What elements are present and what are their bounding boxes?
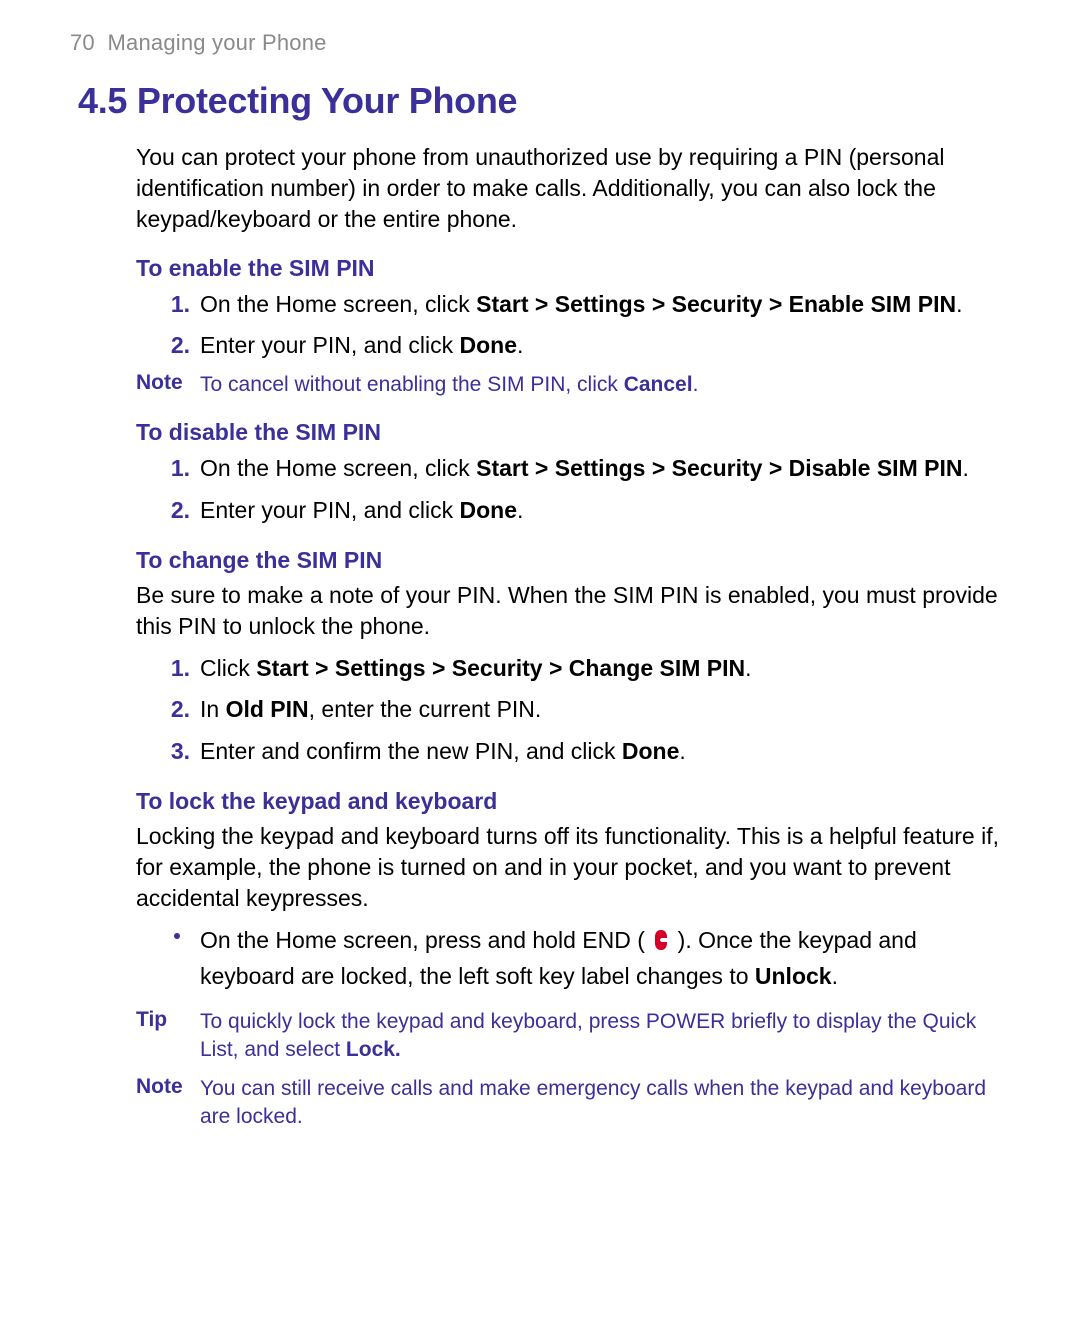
manual-page: 70 Managing your Phone 4.5 Protecting Yo… [0, 0, 1080, 1327]
note-text: To cancel without enabling the SIM PIN, … [200, 371, 1010, 399]
content-body: You can protect your phone from unauthor… [136, 142, 1010, 1131]
subheading-lock-keypad: To lock the keypad and keyboard [136, 788, 1010, 815]
note-label: Note [136, 1075, 200, 1099]
note-text: You can still receive calls and make eme… [200, 1075, 1010, 1132]
subheading-enable-sim: To enable the SIM PIN [136, 255, 1010, 282]
list-item: 2. Enter your PIN, and click Done. [136, 329, 1010, 362]
intro-paragraph: You can protect your phone from unauthor… [136, 142, 1010, 235]
change-sim-intro: Be sure to make a note of your PIN. When… [136, 580, 1010, 642]
subheading-disable-sim: To disable the SIM PIN [136, 419, 1010, 446]
steps-disable-sim: 1. On the Home screen, click Start > Set… [136, 452, 1010, 527]
steps-enable-sim: 1. On the Home screen, click Start > Set… [136, 288, 1010, 363]
note-callout: Note You can still receive calls and mak… [136, 1075, 1010, 1132]
end-call-icon [653, 927, 669, 960]
list-item: 3. Enter and confirm the new PIN, and cl… [136, 735, 1010, 768]
list-item: 1. On the Home screen, click Start > Set… [136, 452, 1010, 485]
list-item: 1. On the Home screen, click Start > Set… [136, 288, 1010, 321]
step-text: Enter your PIN, and click Done. [200, 332, 523, 358]
step-number: 3. [160, 735, 190, 768]
step-number: 2. [160, 329, 190, 362]
step-text: Enter and confirm the new PIN, and click… [200, 738, 686, 764]
chapter-title: Managing your Phone [108, 30, 327, 55]
bullets-lock-keypad: On the Home screen, press and hold END (… [136, 924, 1010, 994]
steps-change-sim: 1. Click Start > Settings > Security > C… [136, 652, 1010, 768]
step-text: On the Home screen, click Start > Settin… [200, 291, 962, 317]
bullet-dot-icon [174, 933, 180, 939]
tip-label: Tip [136, 1008, 200, 1032]
tip-callout: Tip To quickly lock the keypad and keybo… [136, 1008, 1010, 1065]
step-number: 1. [160, 288, 190, 321]
lock-keypad-intro: Locking the keypad and keyboard turns of… [136, 821, 1010, 914]
bullet-text: On the Home screen, press and hold END (… [200, 927, 917, 989]
step-text: Click Start > Settings > Security > Chan… [200, 655, 752, 681]
step-number: 1. [160, 652, 190, 685]
step-number: 2. [160, 494, 190, 527]
step-text: On the Home screen, click Start > Settin… [200, 455, 969, 481]
running-header: 70 Managing your Phone [70, 30, 1010, 56]
section-number: 4.5 [78, 80, 127, 121]
tip-text: To quickly lock the keypad and keyboard,… [200, 1008, 1010, 1065]
note-callout: Note To cancel without enabling the SIM … [136, 371, 1010, 399]
subheading-change-sim: To change the SIM PIN [136, 547, 1010, 574]
section-name: Protecting Your Phone [137, 80, 517, 121]
step-text: Enter your PIN, and click Done. [200, 497, 523, 523]
note-label: Note [136, 371, 200, 395]
step-number: 2. [160, 693, 190, 726]
list-item: 2. In Old PIN, enter the current PIN. [136, 693, 1010, 726]
list-item: 1. Click Start > Settings > Security > C… [136, 652, 1010, 685]
list-item: 2. Enter your PIN, and click Done. [136, 494, 1010, 527]
step-number: 1. [160, 452, 190, 485]
section-title: 4.5 Protecting Your Phone [78, 80, 1010, 122]
step-text: In Old PIN, enter the current PIN. [200, 696, 541, 722]
page-number: 70 [70, 30, 95, 55]
list-item: On the Home screen, press and hold END (… [136, 924, 1010, 994]
